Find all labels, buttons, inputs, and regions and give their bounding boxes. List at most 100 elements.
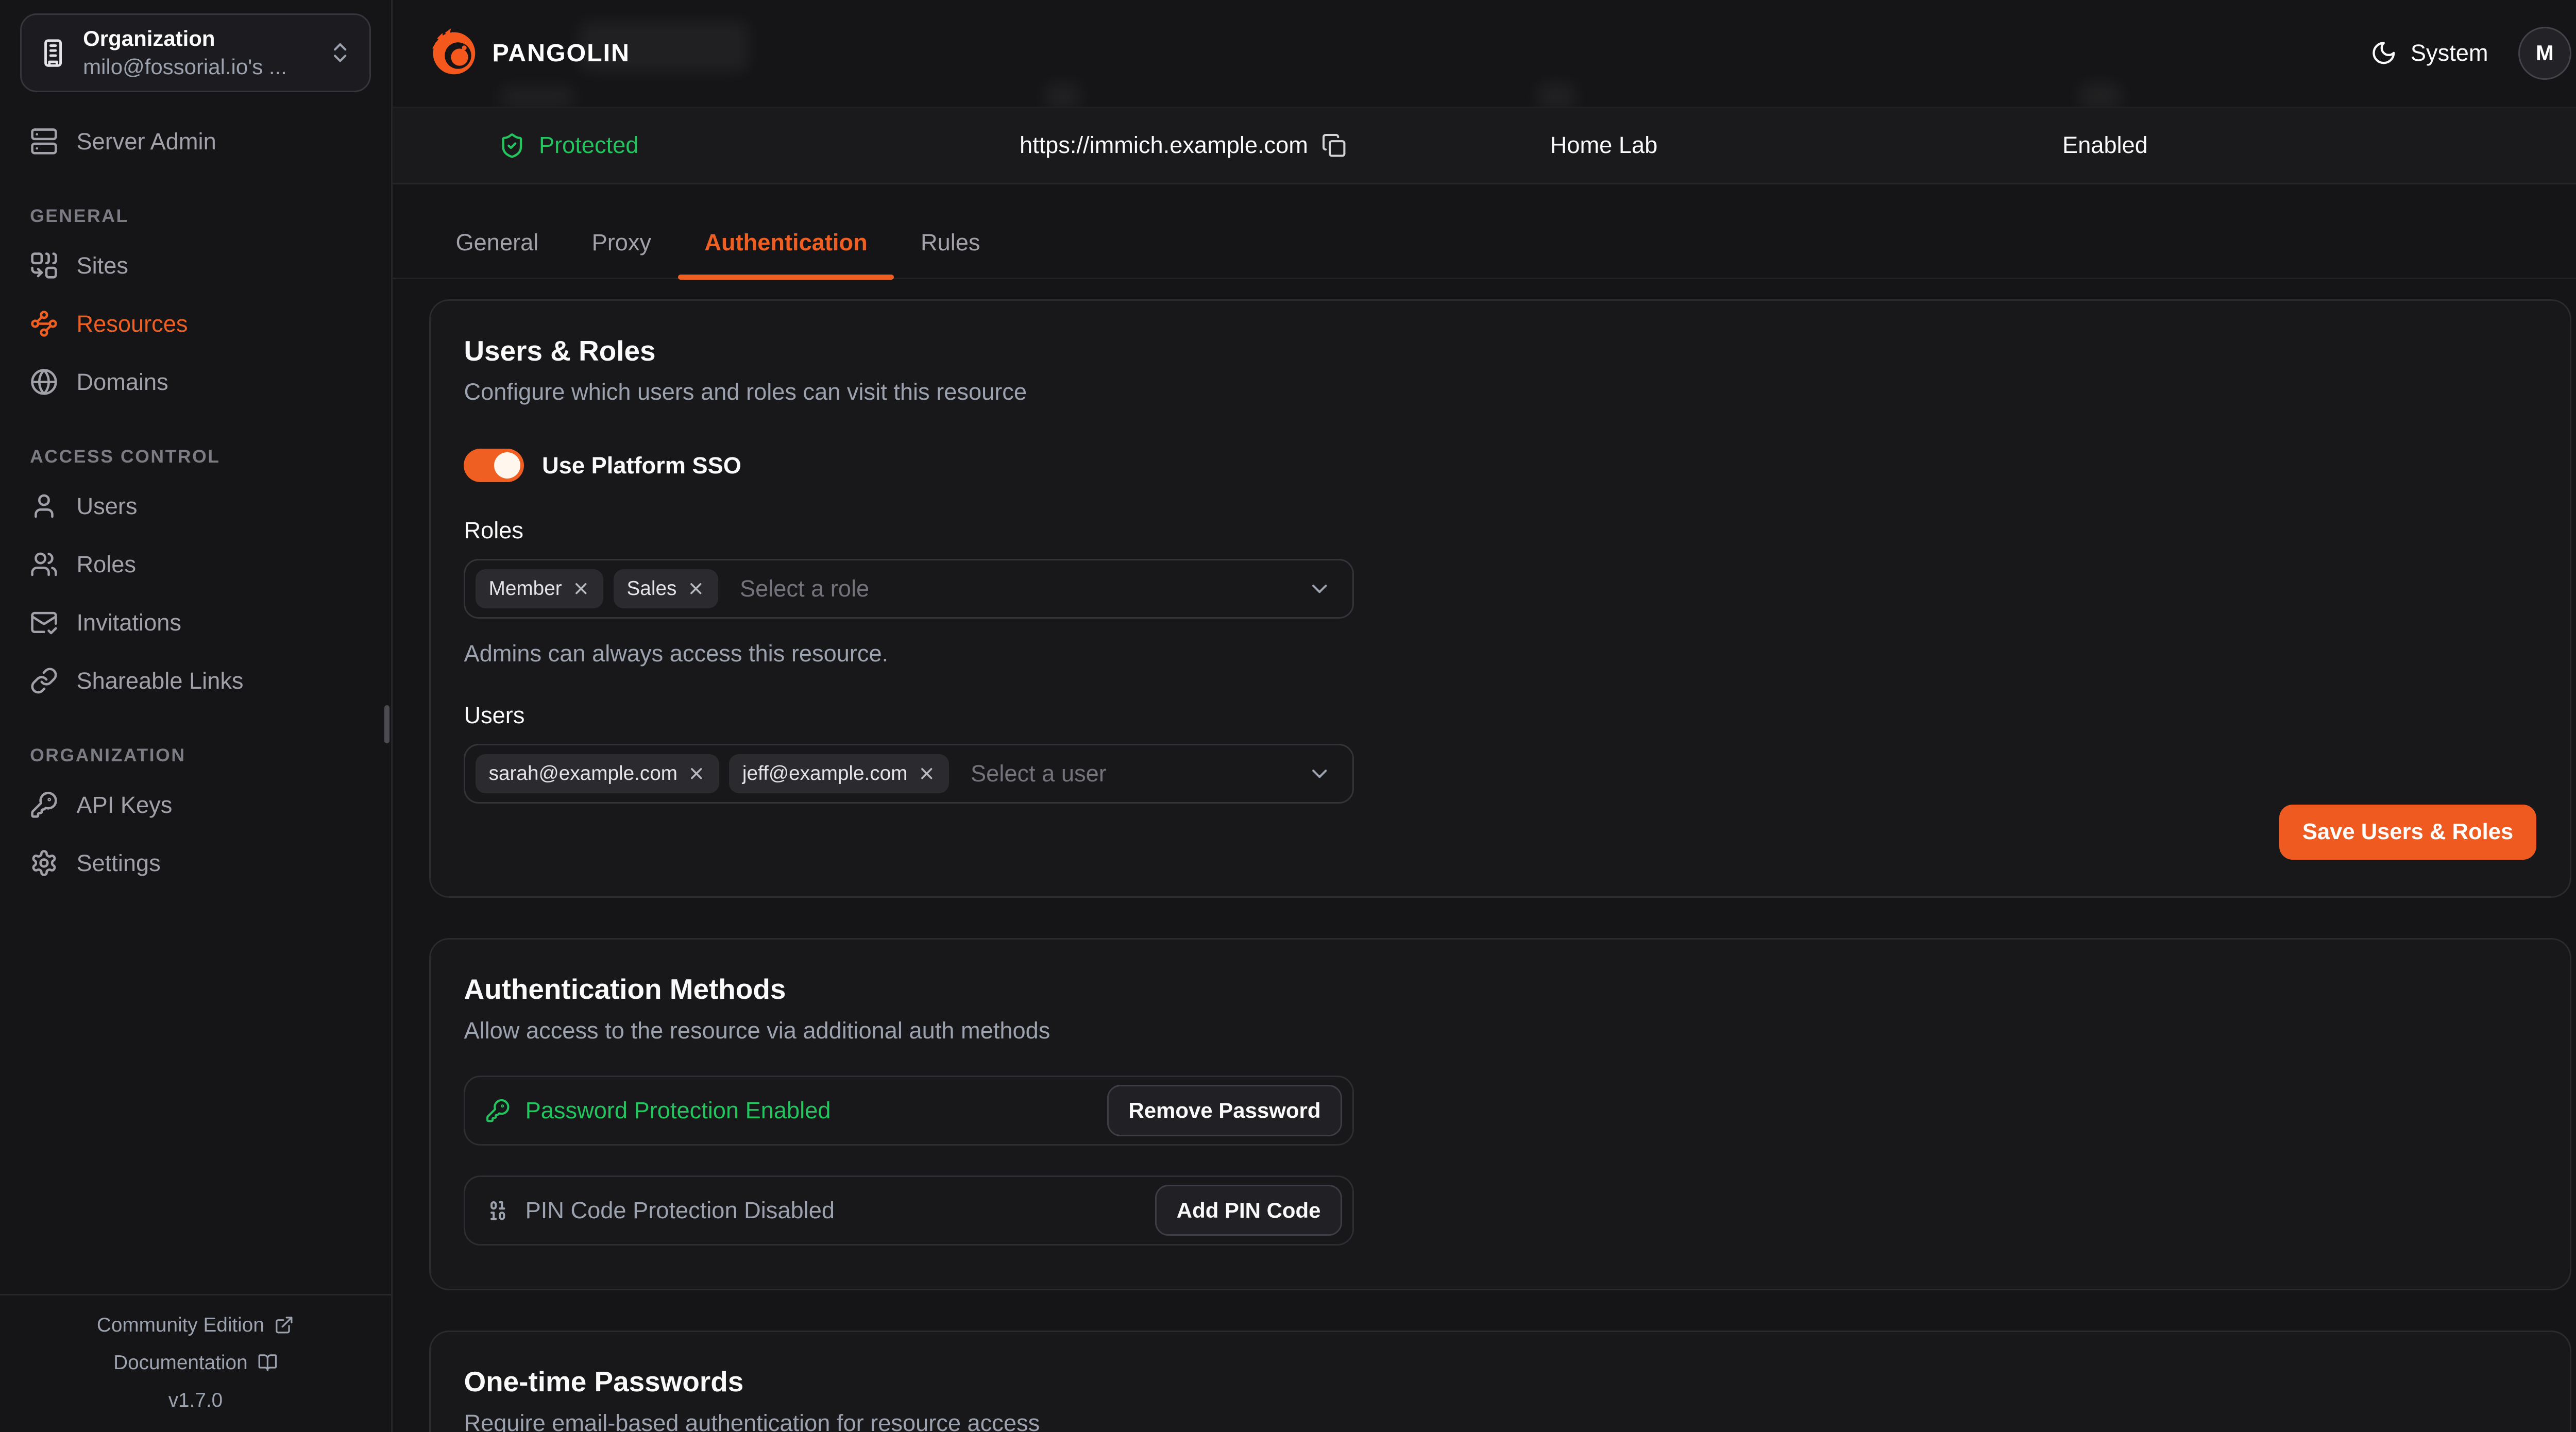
- roles-placeholder: Select a role: [740, 575, 869, 602]
- remove-password-button[interactable]: Remove Password: [1107, 1085, 1343, 1136]
- tab-content: Users & Roles Configure which users and …: [393, 279, 2576, 1431]
- resource-site: Home Lab: [1550, 132, 1658, 159]
- avatar-initial: M: [2536, 41, 2554, 65]
- sidebar-footer: Community Edition Documentation v1.7.0: [0, 1294, 391, 1431]
- link-icon: [30, 667, 58, 695]
- shield-check-icon: [499, 132, 526, 159]
- combine-icon: [30, 251, 58, 280]
- sidebar-nav: Server Admin GENERAL Sites Resources Dom…: [20, 116, 371, 896]
- card-subtitle: Require email-based authentication for r…: [464, 1410, 2536, 1432]
- resource-info-bar: Protected https://immich.example.com Hom…: [393, 107, 2576, 185]
- sidebar: Organization milo@fossorial.io's ... Ser…: [0, 0, 393, 1432]
- org-switcher-value: milo@fossorial.io's ...: [83, 55, 313, 79]
- globe-icon: [30, 368, 58, 396]
- org-switcher-label: Organization: [83, 26, 313, 51]
- sidebar-item-label: Roles: [76, 551, 136, 578]
- sso-label: Use Platform SSO: [542, 452, 741, 479]
- status-badge: Protected: [539, 132, 638, 159]
- tab-rules[interactable]: Rules: [894, 211, 1007, 278]
- server-icon: [30, 127, 58, 156]
- sidebar-item-label: Server Admin: [76, 128, 216, 155]
- resource-status: Protected: [499, 132, 638, 159]
- password-protection-row: Password Protection Enabled Remove Passw…: [464, 1076, 1353, 1146]
- sidebar-item-api-keys[interactable]: API Keys: [20, 779, 371, 831]
- card-subtitle: Configure which users and roles can visi…: [464, 379, 2536, 405]
- user-chip-label: sarah@example.com: [489, 762, 677, 785]
- copy-icon[interactable]: [1321, 133, 1346, 158]
- sidebar-item-settings[interactable]: Settings: [20, 838, 371, 889]
- roles-multiselect[interactable]: Member Sales Select a role: [464, 559, 1353, 619]
- remove-chip-icon[interactable]: [572, 579, 590, 598]
- chevron-down-icon: [1307, 761, 1332, 786]
- redacted-label: [1537, 83, 1577, 110]
- version-label: v1.7.0: [168, 1389, 223, 1412]
- sidebar-item-invitations[interactable]: Invitations: [20, 597, 371, 649]
- password-status-text: Password Protection Enabled: [526, 1097, 831, 1124]
- sidebar-item-sites[interactable]: Sites: [20, 240, 371, 292]
- sidebar-item-label: Settings: [76, 850, 160, 877]
- role-chip-label: Sales: [626, 577, 676, 600]
- platform-sso-toggle[interactable]: [464, 449, 523, 482]
- sidebar-item-domains[interactable]: Domains: [20, 356, 371, 408]
- remove-chip-icon[interactable]: [918, 764, 936, 783]
- app-window: Organization milo@fossorial.io's ... Ser…: [0, 0, 2576, 1432]
- pin-protection-row: PIN Code Protection Disabled Add PIN Cod…: [464, 1175, 1353, 1246]
- version-text: v1.7.0: [0, 1389, 391, 1412]
- sidebar-item-users[interactable]: Users: [20, 481, 371, 532]
- remove-chip-icon[interactable]: [687, 579, 705, 598]
- users-label: Users: [464, 702, 2536, 729]
- sidebar-item-resources[interactable]: Resources: [20, 298, 371, 350]
- redacted-label: [499, 87, 575, 108]
- users-multiselect[interactable]: sarah@example.com jeff@example.com Selec…: [464, 744, 1353, 804]
- theme-toggle[interactable]: System: [2370, 40, 2488, 66]
- sidebar-item-roles[interactable]: Roles: [20, 539, 371, 590]
- sidebar-item-shareable-links[interactable]: Shareable Links: [20, 655, 371, 707]
- users-roles-card: Users & Roles Configure which users and …: [429, 299, 2571, 898]
- pin-status-text: PIN Code Protection Disabled: [526, 1197, 835, 1224]
- chevron-down-icon: [1307, 576, 1332, 601]
- card-title: Users & Roles: [464, 334, 2536, 367]
- users-placeholder: Select a user: [971, 760, 1107, 787]
- topbar-right: System M: [2370, 27, 2571, 80]
- toggle-knob: [494, 452, 521, 479]
- role-chip: Sales: [614, 569, 718, 608]
- main-area: PANGOLIN System M Protected https://immi…: [393, 0, 2576, 1432]
- sidebar-item-label: Sites: [76, 252, 128, 279]
- sidebar-item-label: API Keys: [76, 792, 172, 819]
- gear-icon: [30, 849, 58, 877]
- tab-general[interactable]: General: [429, 211, 565, 278]
- sidebar-item-server-admin[interactable]: Server Admin: [20, 116, 371, 167]
- add-pin-code-button[interactable]: Add PIN Code: [1155, 1185, 1342, 1236]
- key-round-icon: [485, 1098, 510, 1123]
- org-texts: Organization milo@fossorial.io's ...: [83, 26, 313, 79]
- user-chip: jeff@example.com: [729, 754, 949, 793]
- redacted-resource-name: [579, 22, 748, 72]
- avatar[interactable]: M: [2518, 27, 2571, 80]
- remove-chip-icon[interactable]: [687, 764, 706, 783]
- waypoints-icon: [30, 310, 58, 338]
- sidebar-item-label: Shareable Links: [76, 668, 243, 694]
- sidebar-section-access-control: ACCESS CONTROL: [30, 446, 361, 467]
- sidebar-item-label: Resources: [76, 311, 188, 337]
- tab-proxy[interactable]: Proxy: [565, 211, 678, 278]
- community-edition-link[interactable]: Community Edition: [0, 1314, 391, 1337]
- card-title: Authentication Methods: [464, 973, 2536, 1005]
- tab-authentication[interactable]: Authentication: [678, 211, 894, 278]
- password-status: Password Protection Enabled: [485, 1097, 831, 1124]
- pin-status: PIN Code Protection Disabled: [485, 1197, 835, 1224]
- save-users-roles-button[interactable]: Save Users & Roles: [2279, 805, 2537, 860]
- sidebar-item-label: Domains: [76, 369, 168, 396]
- documentation-link[interactable]: Documentation: [0, 1352, 391, 1374]
- resource-url-cell: https://immich.example.com: [1020, 132, 1346, 159]
- mail-check-icon: [30, 608, 58, 637]
- auth-methods-card: Authentication Methods Allow access to t…: [429, 938, 2571, 1290]
- card-title: One-time Passwords: [464, 1365, 2536, 1398]
- building-icon: [38, 38, 68, 68]
- sidebar-item-label: Invitations: [76, 609, 181, 636]
- sidebar-scrollbar-thumb[interactable]: [384, 705, 389, 743]
- moon-icon: [2370, 40, 2397, 66]
- org-switcher[interactable]: Organization milo@fossorial.io's ...: [20, 13, 371, 93]
- redacted-label: [1044, 83, 1081, 110]
- documentation-label: Documentation: [113, 1352, 247, 1374]
- user-icon: [30, 492, 58, 520]
